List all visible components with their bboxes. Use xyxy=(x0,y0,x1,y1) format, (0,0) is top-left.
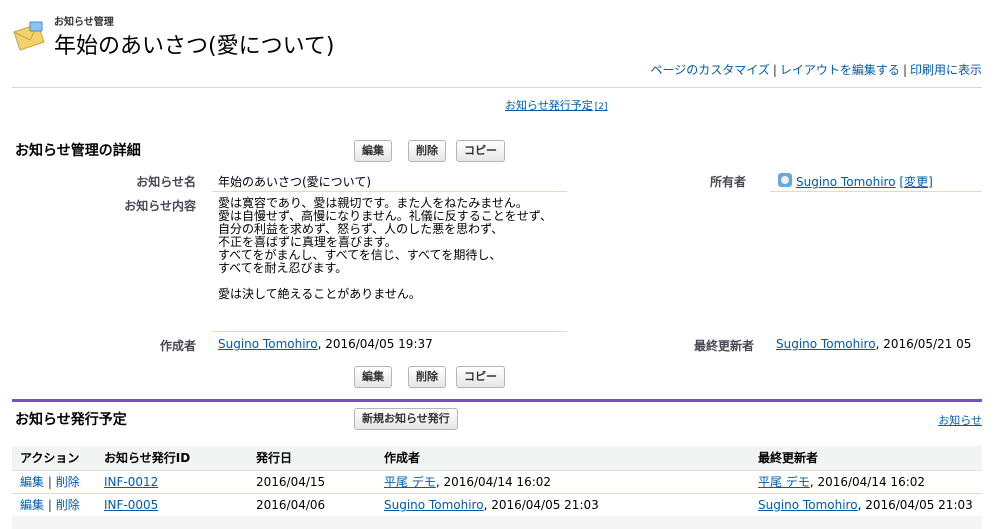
related-list-table: アクション お知らせ発行ID 発行日 作成者 最終更新者 編集 | 削除 INF… xyxy=(12,446,982,517)
edit-button[interactable]: 編集 xyxy=(354,140,392,162)
copy-button[interactable]: コピー xyxy=(456,140,505,162)
change-owner-link[interactable]: [変更] xyxy=(899,175,932,189)
row-creator-link[interactable]: Sugino Tomohiro xyxy=(384,498,484,512)
envelope-icon xyxy=(13,21,45,51)
row-date: 2016/04/06 xyxy=(248,493,376,517)
column-header-date: 発行日 xyxy=(248,446,376,471)
edit-button-bottom[interactable]: 編集 xyxy=(354,366,392,388)
row-divider xyxy=(770,191,982,192)
modified-by-label: 最終更新者 xyxy=(693,339,754,353)
table-header-row: アクション お知らせ発行ID 発行日 作成者 最終更新者 xyxy=(12,446,982,471)
row-modifier-link[interactable]: 平尾 デモ xyxy=(758,475,810,489)
new-notice-issue-button[interactable]: 新規お知らせ発行 xyxy=(354,408,458,430)
row-delete-link[interactable]: 削除 xyxy=(56,475,80,489)
owner-link[interactable]: Sugino Tomohiro xyxy=(796,175,896,189)
row-creator-link[interactable]: 平尾 デモ xyxy=(384,475,436,489)
row-modifier: 平尾 デモ, 2016/04/14 16:02 xyxy=(750,470,982,494)
related-list-title: お知らせ発行予定 xyxy=(15,412,127,428)
row-modifier: Sugino Tomohiro, 2016/04/05 21:03 xyxy=(750,493,982,517)
row-divider xyxy=(212,331,567,332)
breadcrumb: お知らせ管理 xyxy=(54,17,114,28)
modified-by-user-link[interactable]: Sugino Tomohiro xyxy=(776,337,876,351)
customize-page-link[interactable]: ページのカスタマイズ xyxy=(650,63,769,77)
column-header-action: アクション xyxy=(12,446,96,471)
content-label: お知らせ内容 xyxy=(124,199,196,213)
row-edit-link[interactable]: 編集 xyxy=(20,475,44,489)
row-edit-link[interactable]: 編集 xyxy=(20,498,44,512)
row-creator: 平尾 デモ, 2016/04/14 16:02 xyxy=(376,470,750,494)
table-row: 編集 | 削除 INF-0005 2016/04/06 Sugino Tomoh… xyxy=(12,493,982,517)
copy-button-bottom[interactable]: コピー xyxy=(456,366,505,388)
row-creator: Sugino Tomohiro, 2016/04/05 21:03 xyxy=(376,493,750,517)
top-links: ページのカスタマイズ | レイアウトを編集する | 印刷用に表示 xyxy=(650,61,982,78)
column-header-id: お知らせ発行ID xyxy=(96,446,248,471)
name-value: 年始のあいさつ(愛について) xyxy=(218,175,372,189)
row-id: INF-0012 xyxy=(96,470,248,494)
modified-by-value: Sugino Tomohiro, 2016/05/21 05 xyxy=(776,337,972,351)
row-date: 2016/04/15 xyxy=(248,470,376,494)
content-value: 愛は寛容であり、愛は親切です。また人をねたみません。 愛は自慢せず、高慢になりま… xyxy=(218,196,552,301)
related-list-help-link[interactable]: お知らせ xyxy=(938,412,982,428)
link-separator: | xyxy=(902,63,907,77)
created-by-value: Sugino Tomohiro, 2016/04/05 19:37 xyxy=(218,337,433,351)
link-separator: | xyxy=(772,63,777,77)
created-by-user-link[interactable]: Sugino Tomohiro xyxy=(218,337,318,351)
user-icon xyxy=(778,173,792,187)
row-actions: 編集 | 削除 xyxy=(12,493,96,517)
edit-layout-link[interactable]: レイアウトを編集する xyxy=(780,63,900,77)
row-id-link[interactable]: INF-0012 xyxy=(104,475,158,489)
row-divider xyxy=(212,191,567,192)
page-title: 年始のあいさつ(愛について) xyxy=(54,34,335,59)
related-list-accent-bar xyxy=(12,399,982,402)
delete-button-bottom[interactable]: 削除 xyxy=(408,366,446,388)
delete-button[interactable]: 削除 xyxy=(408,140,446,162)
table-row: 編集 | 削除 INF-0012 2016/04/15 平尾 デモ, 2016/… xyxy=(12,470,982,494)
owner-label: 所有者 xyxy=(709,175,746,189)
related-list-hover-link[interactable]: お知らせ発行予定 [2] xyxy=(505,97,608,113)
list-footer xyxy=(12,516,982,529)
created-by-label: 作成者 xyxy=(159,339,196,353)
row-delete-link[interactable]: 削除 xyxy=(56,498,80,512)
row-id-link[interactable]: INF-0005 xyxy=(104,498,158,512)
column-header-modifier: 最終更新者 xyxy=(750,446,982,471)
owner-value: Sugino Tomohiro [変更] xyxy=(796,173,933,190)
column-header-creator: 作成者 xyxy=(376,446,750,471)
detail-section-title: お知らせ管理の詳細 xyxy=(15,143,141,159)
printable-view-link[interactable]: 印刷用に表示 xyxy=(910,63,982,77)
row-id: INF-0005 xyxy=(96,493,248,517)
name-label: お知らせ名 xyxy=(136,175,196,189)
row-modifier-link[interactable]: Sugino Tomohiro xyxy=(758,498,858,512)
header-divider xyxy=(12,87,982,88)
row-actions: 編集 | 削除 xyxy=(12,470,96,494)
